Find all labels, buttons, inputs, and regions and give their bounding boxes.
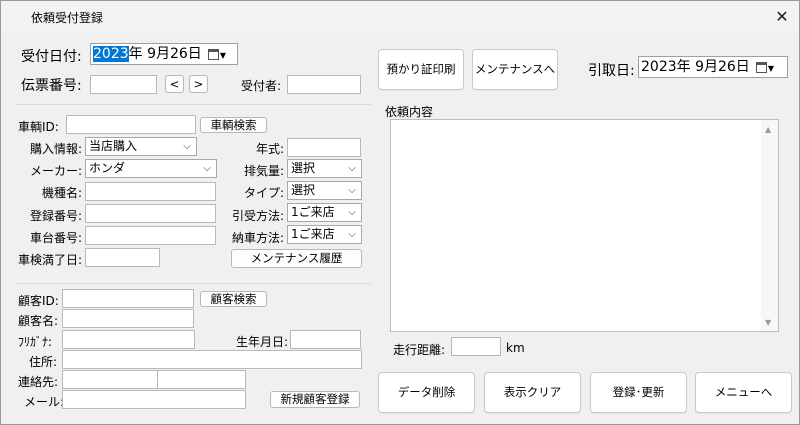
title-bar: 依頼受付登録 ✕ bbox=[1, 1, 799, 33]
clear-display-button[interactable]: 表示クリア bbox=[484, 372, 581, 413]
mileage-unit: km bbox=[506, 341, 525, 355]
vehicle-search-button[interactable]: 車輌検索 bbox=[200, 117, 267, 133]
customer-name-input[interactable] bbox=[62, 309, 194, 328]
menu-button[interactable]: メニューへ bbox=[695, 372, 792, 413]
contact-label: 連絡先: bbox=[18, 375, 59, 389]
vertical-scrollbar[interactable]: ▲ ▼ bbox=[761, 120, 778, 331]
pickup-date-picker[interactable]: 2023年 9月26日 ▼ bbox=[638, 56, 788, 78]
slip-number-label: 伝票番号: bbox=[21, 78, 82, 94]
maintenance-button[interactable]: メンテナンスへ bbox=[472, 49, 558, 90]
close-icon[interactable]: ✕ bbox=[769, 5, 795, 29]
chassis-number-input[interactable] bbox=[85, 226, 216, 245]
furigana-label: ﾌﾘｶﾞﾅ: bbox=[18, 335, 53, 349]
chassis-number-label: 車台番号: bbox=[29, 231, 82, 245]
window-title: 依頼受付登録 bbox=[31, 11, 104, 25]
prev-slip-button[interactable]: < bbox=[165, 75, 184, 93]
pickup-date-label: 引取日: bbox=[588, 63, 635, 79]
registration-number-label: 登録番号: bbox=[29, 209, 82, 223]
slip-number-input[interactable] bbox=[90, 75, 157, 94]
pickup-method-select[interactable]: 1ご来店 ⌵ bbox=[287, 203, 362, 222]
address-input[interactable] bbox=[62, 350, 362, 369]
type-select[interactable]: 選択 ⌵ bbox=[287, 181, 362, 200]
register-update-button[interactable]: 登録･更新 bbox=[590, 372, 687, 413]
delivery-method-label: 納車方法: bbox=[231, 231, 284, 245]
pickup-method-value: 1ご来店 bbox=[291, 205, 335, 219]
receiver-input[interactable] bbox=[287, 75, 361, 94]
vehicle-id-input[interactable] bbox=[66, 115, 196, 134]
delivery-method-select[interactable]: 1ご来店 ⌵ bbox=[287, 225, 362, 244]
delivery-method-value: 1ご来店 bbox=[291, 227, 335, 241]
chevron-down-icon: ⌵ bbox=[348, 163, 356, 174]
pickup-date-value: 2023年 9月26日 bbox=[641, 59, 750, 75]
mileage-input[interactable] bbox=[451, 337, 501, 356]
maintenance-history-button[interactable]: メンテナンス履歴 bbox=[231, 249, 362, 268]
displacement-label: 排気量: bbox=[243, 164, 284, 178]
inspection-expiry-input[interactable] bbox=[85, 248, 160, 267]
chevron-down-icon: ⌵ bbox=[348, 229, 356, 240]
type-label: タイプ: bbox=[243, 186, 284, 200]
birthdate-input[interactable] bbox=[290, 330, 361, 349]
inspection-expiry-label: 車検満了日: bbox=[18, 253, 83, 267]
contact-input-1[interactable] bbox=[62, 370, 158, 389]
furigana-input[interactable] bbox=[62, 330, 195, 349]
maker-value: ホンダ bbox=[89, 161, 126, 175]
mileage-label: 走行距離: bbox=[393, 343, 446, 357]
new-customer-button[interactable]: 新規顧客登録 bbox=[270, 391, 360, 408]
reception-date-picker[interactable]: 2023年 9月26日 ▼ bbox=[90, 43, 238, 65]
model-name-input[interactable] bbox=[85, 182, 216, 201]
pickup-method-label: 引受方法: bbox=[231, 209, 284, 223]
email-input[interactable] bbox=[62, 390, 246, 409]
delete-data-button[interactable]: データ削除 bbox=[378, 372, 475, 413]
calendar-icon[interactable] bbox=[207, 48, 219, 60]
reception-date-label: 受付日付: bbox=[21, 49, 82, 65]
request-content-label: 依頼内容 bbox=[385, 105, 434, 119]
chevron-down-icon: ⌵ bbox=[348, 185, 356, 196]
chevron-down-icon: ⌵ bbox=[348, 207, 356, 218]
app-window: 依頼受付登録 ✕ 受付日付: 2023年 9月26日 ▼ 伝票番号: < > 受付… bbox=[0, 0, 800, 425]
year-input[interactable] bbox=[287, 138, 361, 157]
calendar-icon[interactable] bbox=[755, 61, 767, 73]
maker-label: メーカー: bbox=[29, 164, 82, 178]
scroll-up-icon[interactable]: ▲ bbox=[765, 125, 771, 134]
customer-name-label: 顧客名: bbox=[18, 314, 59, 328]
scroll-down-icon[interactable]: ▼ bbox=[765, 318, 771, 327]
purchase-info-label: 購入情報: bbox=[29, 142, 82, 156]
next-slip-button[interactable]: > bbox=[189, 75, 208, 93]
type-value: 選択 bbox=[291, 183, 316, 197]
vehicle-id-label: 車輌ID: bbox=[18, 120, 59, 134]
print-receipt-button[interactable]: 預かり証印刷 bbox=[378, 49, 464, 90]
maker-select[interactable]: ホンダ ⌵ bbox=[85, 159, 217, 178]
address-label: 住所: bbox=[29, 355, 58, 369]
reception-date-rest: 年 9月26日 bbox=[128, 46, 202, 62]
year-label: 年式: bbox=[255, 142, 284, 156]
purchase-info-select[interactable]: 当店購入 ⌵ bbox=[85, 137, 197, 156]
chevron-down-icon[interactable]: ▼ bbox=[220, 51, 226, 60]
displacement-select[interactable]: 選択 ⌵ bbox=[287, 159, 362, 178]
chevron-down-icon: ⌵ bbox=[183, 141, 191, 152]
reception-date-year: 2023 bbox=[93, 46, 129, 62]
contact-input-2[interactable] bbox=[157, 370, 246, 389]
chevron-down-icon[interactable]: ▼ bbox=[768, 64, 774, 73]
customer-search-button[interactable]: 顧客検索 bbox=[200, 291, 267, 307]
chevron-down-icon: ⌵ bbox=[203, 163, 211, 174]
email-label: メール: bbox=[24, 395, 65, 409]
model-name-label: 機種名: bbox=[41, 186, 82, 200]
customer-group-divider bbox=[16, 283, 371, 284]
request-content-textarea[interactable]: ▲ ▼ bbox=[390, 119, 779, 332]
vehicle-group-divider bbox=[16, 104, 371, 105]
customer-id-label: 顧客ID: bbox=[18, 294, 59, 308]
purchase-info-value: 当店購入 bbox=[89, 139, 138, 153]
receiver-label: 受付者: bbox=[241, 79, 282, 93]
displacement-value: 選択 bbox=[291, 161, 316, 175]
birthdate-label: 生年月日: bbox=[235, 335, 288, 349]
registration-number-input[interactable] bbox=[85, 204, 216, 223]
customer-id-input[interactable] bbox=[62, 289, 194, 308]
